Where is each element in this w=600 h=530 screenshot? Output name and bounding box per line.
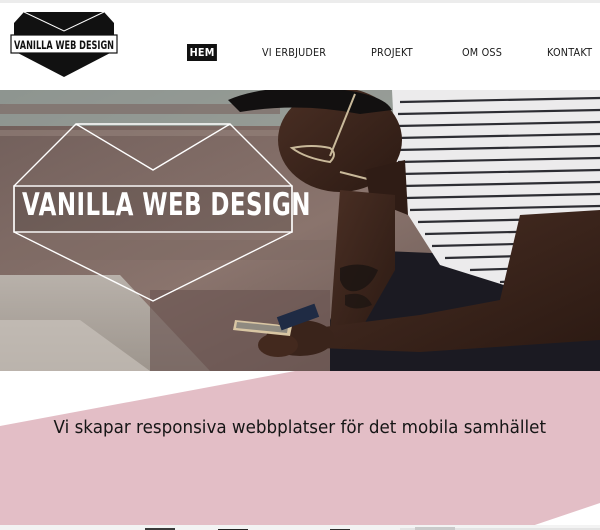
pink-diagonal-shape (0, 371, 600, 530)
nav-item-om-oss[interactable]: OM OSS (462, 46, 502, 59)
hero-banner: VANILLA WEB DESIGN (0, 90, 600, 371)
thumbnail-strip (0, 525, 600, 530)
nav-item-projekt[interactable]: PROJEKT (371, 46, 413, 59)
hero-logo-text: VANILLA WEB DESIGN (22, 187, 311, 223)
hero-image (0, 90, 600, 371)
tagline-section (0, 371, 600, 530)
tagline-text: Vi skapar responsiva webbplatser för det… (53, 417, 547, 438)
nav-item-kontakt[interactable]: KONTAKT (547, 46, 592, 59)
next-section-peek (0, 521, 600, 530)
nav-item-hem[interactable]: HEM (187, 44, 218, 61)
site-header: VANILLA WEB DESIGN HEM VI ERBJUDER PROJE… (0, 3, 600, 90)
nav-item-vi-erbjuder[interactable]: VI ERBJUDER (262, 46, 326, 59)
main-nav: HEM VI ERBJUDER PROJEKT OM OSS KONTAKT (0, 3, 600, 90)
tagline: Vi skapar responsiva webbplatser för det… (0, 417, 600, 438)
